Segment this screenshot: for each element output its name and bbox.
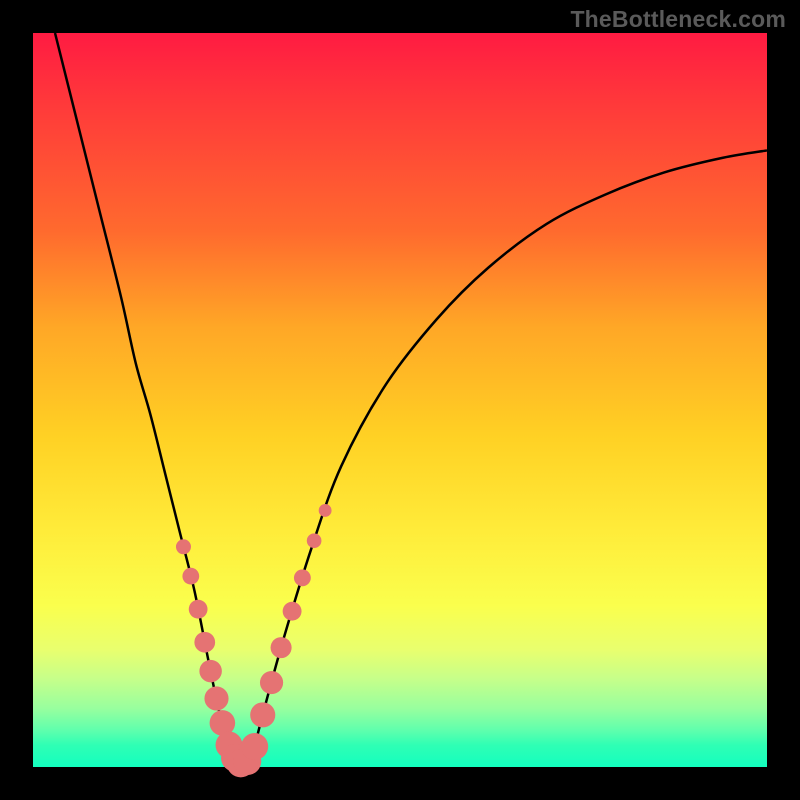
- curve-line: [55, 33, 767, 765]
- plot-area: [33, 33, 767, 767]
- bead-cluster: [176, 504, 332, 777]
- bottleneck-curve: [33, 33, 767, 767]
- bead: [189, 600, 208, 619]
- bead: [182, 568, 199, 585]
- watermark-text: TheBottleneck.com: [570, 6, 786, 33]
- bead: [319, 504, 332, 517]
- chart-frame: TheBottleneck.com: [0, 0, 800, 800]
- bead: [283, 602, 302, 621]
- bead: [176, 539, 191, 554]
- bead: [241, 733, 268, 760]
- bead: [294, 569, 311, 586]
- bead: [250, 702, 275, 727]
- bead: [307, 533, 322, 548]
- bead: [199, 660, 221, 682]
- bead: [271, 637, 292, 658]
- bead: [194, 632, 215, 653]
- bead: [260, 671, 283, 694]
- bead: [204, 686, 228, 710]
